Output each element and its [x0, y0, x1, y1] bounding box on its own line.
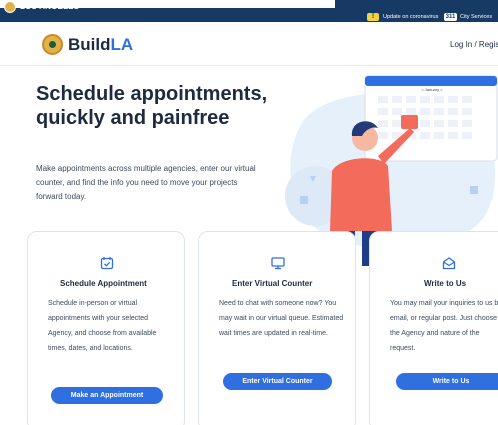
hero-title: Schedule appointments, quickly and painf… [36, 83, 268, 129]
decor-square [470, 186, 478, 194]
calendar-selected-day [401, 115, 418, 129]
card-title: Enter Virtual Counter [232, 279, 313, 288]
alert-icon[interactable]: ! [367, 13, 379, 21]
calendar-check-icon [100, 257, 114, 270]
card-title: Write to Us [424, 279, 467, 288]
monitor-icon [271, 257, 285, 270]
person-body [330, 158, 392, 231]
card-title: Schedule Appointment [60, 279, 147, 288]
site-header: BuildLA Log In / Register [0, 24, 498, 66]
make-appointment-button[interactable]: Make an Appointment [51, 387, 163, 404]
mail-icon [442, 257, 456, 270]
logo-build-text: Build [68, 35, 111, 54]
buildla-logo[interactable]: BuildLA [68, 36, 133, 54]
hero-description: Make appointments across multiple agenci… [36, 164, 256, 201]
schedule-appointment-card: Schedule Appointment Schedule in-person … [27, 231, 185, 425]
decor-square [300, 196, 308, 204]
enter-virtual-counter-button[interactable]: Enter Virtual Counter [223, 373, 332, 390]
logo-la-text: LA [110, 35, 134, 54]
write-to-us-button[interactable]: Write to Us [396, 373, 498, 390]
login-register-link[interactable]: Log In / Register [450, 40, 498, 49]
card-body: Schedule in-person or virtual appointmen… [48, 300, 157, 352]
city-services-link[interactable]: City Services [460, 12, 492, 22]
coronavirus-update-link[interactable]: Update on coronavirus [383, 12, 438, 22]
calendar-month: < January > [421, 87, 443, 92]
311-badge[interactable]: 311 [444, 13, 457, 21]
write-to-us-card: Write to Us You may mail your inquiries … [369, 231, 498, 425]
city-name[interactable]: LOS ANGELES [20, 1, 79, 13]
buildla-logo-icon[interactable] [42, 34, 63, 55]
virtual-counter-card: Enter Virtual Counter Need to chat with … [198, 231, 356, 425]
calendar-header-bar [365, 76, 497, 86]
card-body: You may mail your inquiries to us by ema… [390, 300, 498, 352]
city-bar: LOS ANGELES ! Update on coronavirus 311 … [0, 0, 498, 22]
card-body: Need to chat with someone now? You may w… [219, 300, 344, 337]
city-seal-icon [4, 1, 16, 13]
